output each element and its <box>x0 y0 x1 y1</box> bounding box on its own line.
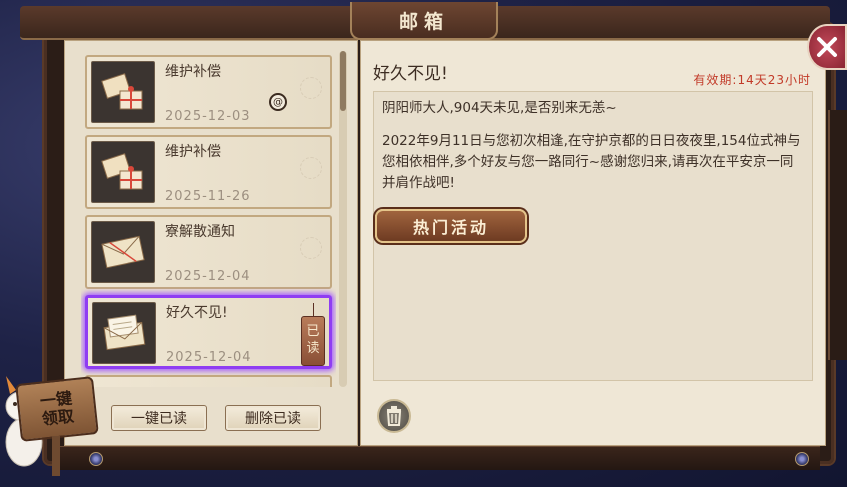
mail-title: 好久不见! <box>166 305 228 321</box>
mail-detail-panel: 好久不见! 有效期:14天23小时 阴阳师大人,904天未见,是否别来无恙~ 2… <box>360 40 826 446</box>
delete-read-button[interactable]: 删除已读 <box>225 405 321 431</box>
mail-title: 维护补偿 <box>165 144 221 160</box>
mail-decoration <box>300 237 322 259</box>
validity-timer: 有效期:14天23小时 <box>693 73 811 87</box>
frame-bolt <box>89 452 103 466</box>
close-button[interactable] <box>807 24 847 70</box>
mail-date: 2025-12-04 <box>165 269 251 284</box>
sign-post <box>52 436 60 476</box>
mark-all-read-button[interactable]: 一键已读 <box>111 405 207 431</box>
mail-list-panel: 维护补偿 2025-12-03 维护补偿 2025-11-26 寮解散通知 20… <box>64 40 358 446</box>
mail-body-paragraph: 2022年9月11日与您初次相逢,在守护京都的日日夜夜里,154位式神与您相依相… <box>382 133 801 191</box>
mail-list-scrollbar[interactable] <box>339 51 347 387</box>
collect-all-label: 领取 <box>40 406 75 429</box>
mail-item[interactable]: 维护补偿 2025-11-26 <box>85 135 332 209</box>
gift-box-icon <box>91 141 155 203</box>
hot-events-button[interactable]: 热门活动 <box>375 209 527 243</box>
side-decoration <box>828 110 847 360</box>
mail-list: 维护补偿 2025-12-03 维护补偿 2025-11-26 寮解散通知 20… <box>81 51 336 387</box>
mail-title: 寮解散通知 <box>165 224 235 240</box>
close-icon <box>817 37 837 57</box>
window-title: 邮箱 <box>350 2 498 40</box>
mail-item[interactable]: 维护补偿 2025-12-03 <box>85 55 332 129</box>
mail-detail-title: 好久不见! <box>373 64 448 84</box>
read-status-tag: 已读 <box>301 303 325 366</box>
swirl-icon: @ <box>269 93 287 111</box>
mail-decoration <box>300 77 322 99</box>
delete-mail-button[interactable] <box>377 399 411 433</box>
scrollbar-thumb[interactable] <box>340 51 346 111</box>
trash-icon <box>386 406 402 426</box>
frame-bolt <box>795 452 809 466</box>
mail-body-paragraph: 阴阳师大人,904天未见,是否别来无恙~ <box>382 100 617 116</box>
mail-date: 2025-11-26 <box>165 189 251 204</box>
gift-box-icon <box>91 61 155 123</box>
frame-bottom-bar <box>60 446 820 470</box>
mail-item[interactable]: 寮解散通知 2025-12-04 <box>85 215 332 289</box>
mail-decoration <box>300 157 322 179</box>
mail-item-selected[interactable]: 好久不见! 2025-12-04 已读 <box>85 295 332 369</box>
mail-date: 2025-12-04 <box>166 350 252 365</box>
mail-date: 2025-12-03 <box>165 109 251 124</box>
mail-title: 维护补偿 <box>165 64 221 80</box>
envelope-icon <box>91 221 155 283</box>
open-letter-icon <box>92 302 156 364</box>
mail-item[interactable] <box>85 375 332 387</box>
collect-all-button[interactable]: 一键 领取 <box>15 376 99 442</box>
